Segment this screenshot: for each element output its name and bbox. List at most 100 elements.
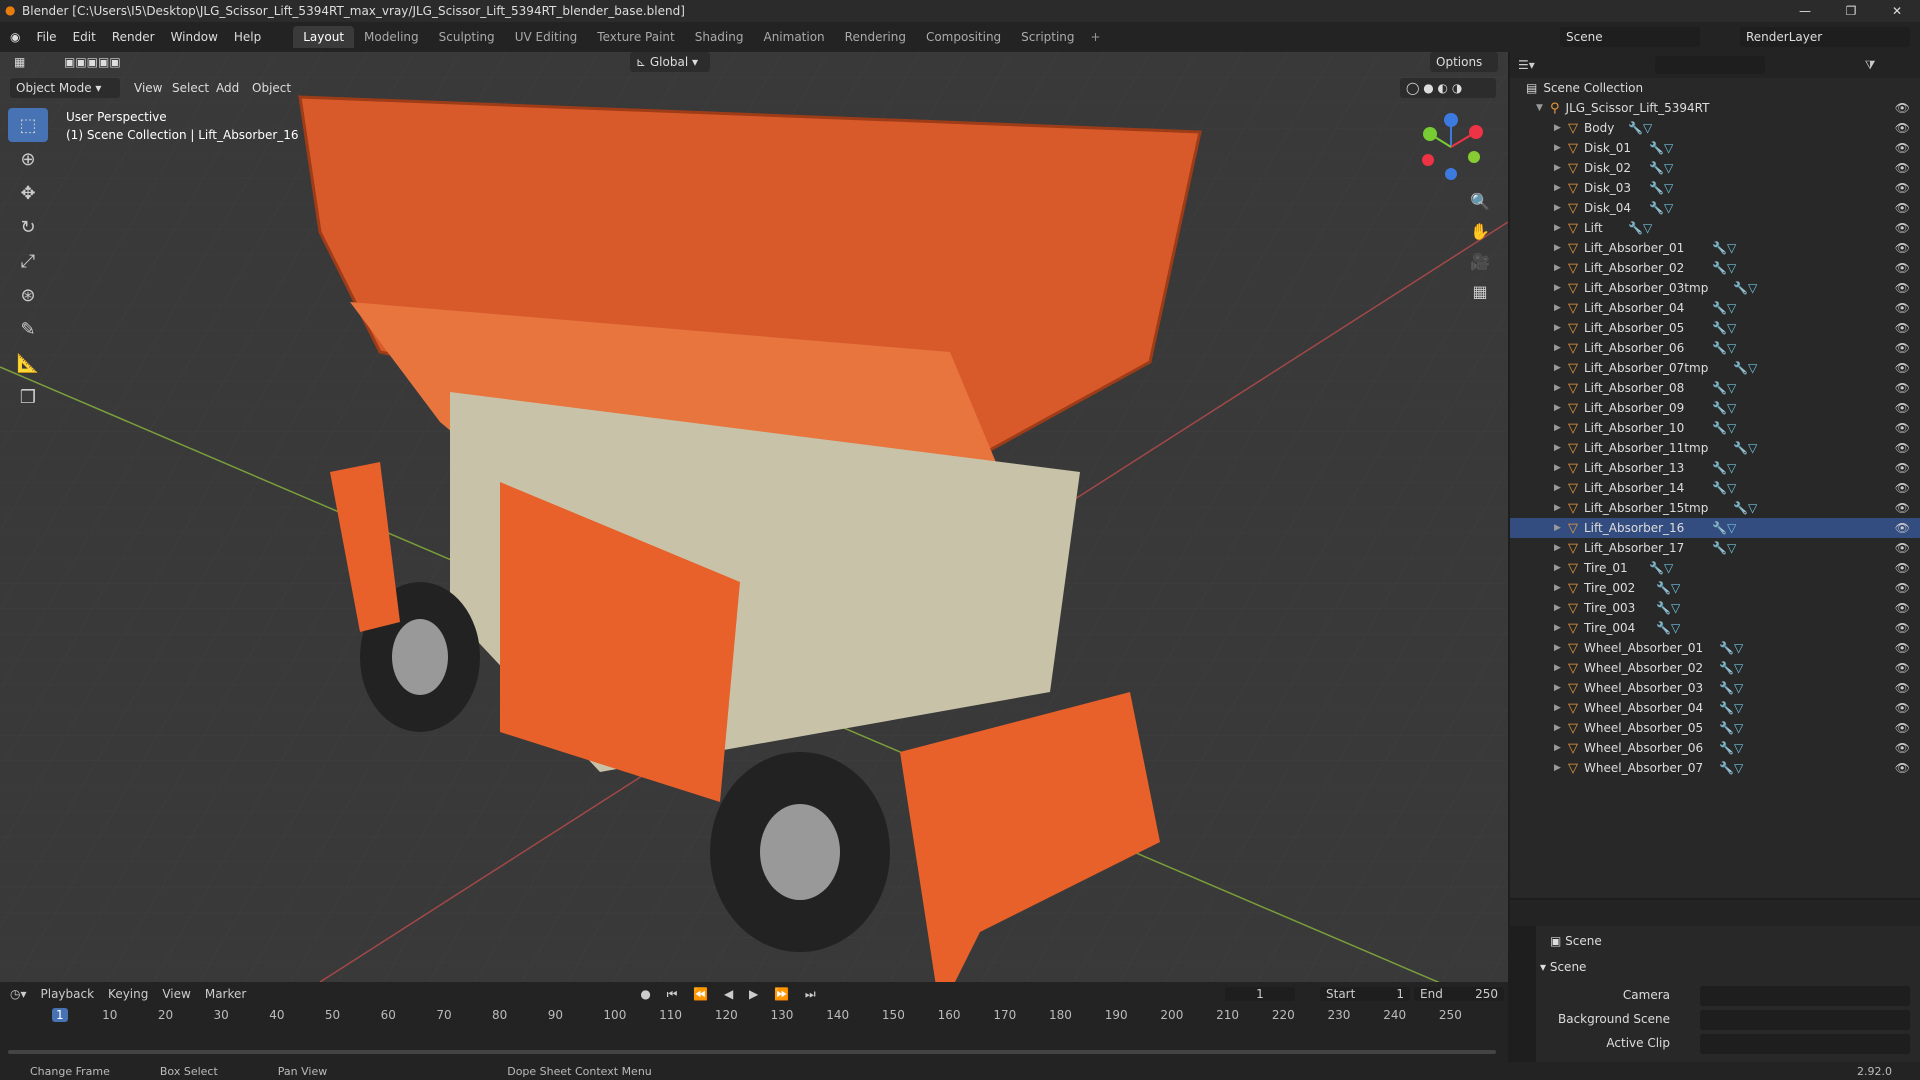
- editor-type-button[interactable]: ▦: [8, 52, 38, 72]
- visibility-eye-icon[interactable]: 👁: [1895, 221, 1910, 235]
- expand-arrow-icon[interactable]: ▶: [1554, 463, 1568, 473]
- expand-arrow-icon[interactable]: ▶: [1554, 223, 1568, 233]
- modifier-icons[interactable]: 🔧▽: [1719, 641, 1743, 655]
- outliner-item[interactable]: ▶ ▽ Lift_Absorber_03tmp 🔧▽ 👁: [1510, 278, 1920, 298]
- modifier-icons[interactable]: 🔧▽: [1719, 741, 1743, 755]
- visibility-eye-icon[interactable]: 👁: [1895, 161, 1910, 175]
- outliner-item[interactable]: ▶ ▽ Lift_Absorber_04 🔧▽ 👁: [1510, 298, 1920, 318]
- visibility-eye-icon[interactable]: 👁: [1895, 541, 1910, 555]
- expand-arrow-icon[interactable]: ▶: [1554, 623, 1568, 633]
- keying-menu[interactable]: Keying: [108, 987, 148, 1001]
- modifier-icons[interactable]: 🔧▽: [1733, 441, 1757, 455]
- tab-shading[interactable]: Shading: [685, 26, 754, 48]
- expand-arrow-icon[interactable]: ▶: [1554, 743, 1568, 753]
- modifier-icons[interactable]: 🔧▽: [1712, 381, 1736, 395]
- visibility-eye-icon[interactable]: 👁: [1895, 301, 1910, 315]
- expand-arrow-icon[interactable]: ▶: [1554, 703, 1568, 713]
- cursor-tool[interactable]: ⊕: [8, 142, 48, 176]
- expand-arrow-icon[interactable]: ▶: [1554, 663, 1568, 673]
- tab-layout[interactable]: Layout: [293, 26, 355, 48]
- outliner-item[interactable]: ▶ ▽ Disk_04 🔧▽ 👁: [1510, 198, 1920, 218]
- visibility-eye-icon[interactable]: 👁: [1895, 761, 1910, 775]
- modifier-icons[interactable]: 🔧▽: [1656, 581, 1680, 595]
- visibility-eye-icon[interactable]: 👁: [1895, 521, 1910, 535]
- modifier-icons[interactable]: 🔧▽: [1712, 541, 1736, 555]
- modifier-icons[interactable]: 🔧▽: [1712, 241, 1736, 255]
- outliner-item[interactable]: ▶ ▽ Lift_Absorber_17 🔧▽ 👁: [1510, 538, 1920, 558]
- visibility-eye-icon[interactable]: 👁: [1895, 641, 1910, 655]
- outliner-item[interactable]: ▶ ▽ Tire_002 🔧▽ 👁: [1510, 578, 1920, 598]
- modifier-icons[interactable]: 🔧▽: [1712, 261, 1736, 275]
- visibility-eye-icon[interactable]: 👁: [1895, 381, 1910, 395]
- expand-arrow-icon[interactable]: ▶: [1554, 243, 1568, 253]
- expand-arrow-icon[interactable]: ▶: [1554, 123, 1568, 133]
- modifier-icons[interactable]: 🔧▽: [1649, 181, 1673, 195]
- tab-uv-editing[interactable]: UV Editing: [505, 26, 588, 48]
- camera-field[interactable]: [1700, 986, 1910, 1006]
- outliner-item[interactable]: ▶ ▽ Disk_03 🔧▽ 👁: [1510, 178, 1920, 198]
- outliner-item[interactable]: ▶ ▽ Tire_004 🔧▽ 👁: [1510, 618, 1920, 638]
- visibility-eye-icon[interactable]: 👁: [1895, 561, 1910, 575]
- visibility-eye-icon[interactable]: 👁: [1895, 661, 1910, 675]
- visibility-eye-icon[interactable]: 👁: [1895, 681, 1910, 695]
- outliner-item[interactable]: ▶ ▽ Wheel_Absorber_05 🔧▽ 👁: [1510, 718, 1920, 738]
- rotate-tool[interactable]: ↻: [8, 210, 48, 244]
- close-button[interactable]: ✕: [1874, 0, 1920, 22]
- shading-mode-buttons[interactable]: ◯ ● ◐ ◑: [1400, 78, 1496, 98]
- expand-arrow-icon[interactable]: ▶: [1554, 723, 1568, 733]
- modifier-icons[interactable]: 🔧▽: [1712, 321, 1736, 335]
- pan-hand-icon[interactable]: ✋: [1466, 222, 1494, 252]
- tab-animation[interactable]: Animation: [753, 26, 834, 48]
- move-tool[interactable]: ✥: [8, 176, 48, 210]
- modifier-icons[interactable]: 🔧▽: [1712, 481, 1736, 495]
- measure-tool[interactable]: 📐: [8, 346, 48, 380]
- timeline-scrollbar[interactable]: [8, 1050, 1496, 1054]
- visibility-eye-icon[interactable]: 👁: [1895, 201, 1910, 215]
- expand-arrow-icon[interactable]: ▶: [1554, 323, 1568, 333]
- expand-arrow-icon[interactable]: ▶: [1554, 303, 1568, 313]
- outliner-item[interactable]: ▶ ▽ Lift 🔧▽ 👁: [1510, 218, 1920, 238]
- outliner-item[interactable]: ▶ ▽ Lift_Absorber_05 🔧▽ 👁: [1510, 318, 1920, 338]
- expand-arrow-icon[interactable]: ▶: [1554, 423, 1568, 433]
- object-mode-dropdown[interactable]: Object Mode ▾: [10, 78, 120, 98]
- expand-arrow-icon[interactable]: ▶: [1554, 203, 1568, 213]
- marker-menu[interactable]: Marker: [205, 987, 246, 1001]
- visibility-eye-icon[interactable]: 👁: [1895, 141, 1910, 155]
- maximize-button[interactable]: ❐: [1828, 0, 1874, 22]
- zoom-icon[interactable]: 🔍: [1466, 192, 1494, 222]
- expand-arrow-icon[interactable]: ▶: [1554, 563, 1568, 573]
- active-clip-field[interactable]: [1700, 1034, 1910, 1054]
- modifier-icons[interactable]: 🔧▽: [1649, 201, 1673, 215]
- expand-arrow-icon[interactable]: ▶: [1554, 683, 1568, 693]
- outliner-item[interactable]: ▶ ▽ Wheel_Absorber_02 🔧▽ 👁: [1510, 658, 1920, 678]
- visibility-eye-icon[interactable]: 👁: [1895, 481, 1910, 495]
- outliner-item[interactable]: ▶ ▽ Lift_Absorber_14 🔧▽ 👁: [1510, 478, 1920, 498]
- timeline-view-menu[interactable]: View: [162, 987, 190, 1001]
- outliner-item[interactable]: ▶ ▽ Lift_Absorber_13 🔧▽ 👁: [1510, 458, 1920, 478]
- expand-arrow-icon[interactable]: ▶: [1554, 283, 1568, 293]
- visibility-eye-icon[interactable]: 👁: [1895, 601, 1910, 615]
- expand-arrow-icon[interactable]: ▶: [1554, 643, 1568, 653]
- minimize-button[interactable]: —: [1782, 0, 1828, 22]
- timeline-editor-icon[interactable]: ◷▾: [10, 987, 27, 1001]
- outliner-item[interactable]: ▶ ▽ Lift_Absorber_01 🔧▽ 👁: [1510, 238, 1920, 258]
- filter-icon[interactable]: ⧩: [1865, 58, 1876, 73]
- options-dropdown[interactable]: Options ▾: [1430, 52, 1498, 89]
- expand-arrow-icon[interactable]: ▶: [1554, 523, 1568, 533]
- menu-object[interactable]: Object: [246, 78, 297, 98]
- outliner-item[interactable]: ▶ ▽ Wheel_Absorber_06 🔧▽ 👁: [1510, 738, 1920, 758]
- modifier-icons[interactable]: 🔧▽: [1719, 721, 1743, 735]
- scene-collection-row[interactable]: ▤ Scene Collection: [1510, 78, 1920, 98]
- blender-menu-icon[interactable]: ◉: [10, 30, 20, 44]
- outliner-item[interactable]: ▶ ▽ Lift_Absorber_15tmp 🔧▽ 👁: [1510, 498, 1920, 518]
- end-frame-field[interactable]: End 250: [1414, 987, 1504, 1001]
- modifier-icons[interactable]: 🔧▽: [1712, 401, 1736, 415]
- start-frame-field[interactable]: Start 1: [1320, 987, 1410, 1001]
- outliner-item[interactable]: ▶ ▽ Lift_Absorber_02 🔧▽ 👁: [1510, 258, 1920, 278]
- modifier-icons[interactable]: 🔧▽: [1733, 281, 1757, 295]
- modifier-icons[interactable]: 🔧▽: [1656, 601, 1680, 615]
- expand-arrow-icon[interactable]: ▼: [1536, 103, 1550, 113]
- outliner-search-field[interactable]: [1654, 56, 1765, 74]
- expand-arrow-icon[interactable]: ▶: [1554, 543, 1568, 553]
- expand-arrow-icon[interactable]: ▶: [1554, 403, 1568, 413]
